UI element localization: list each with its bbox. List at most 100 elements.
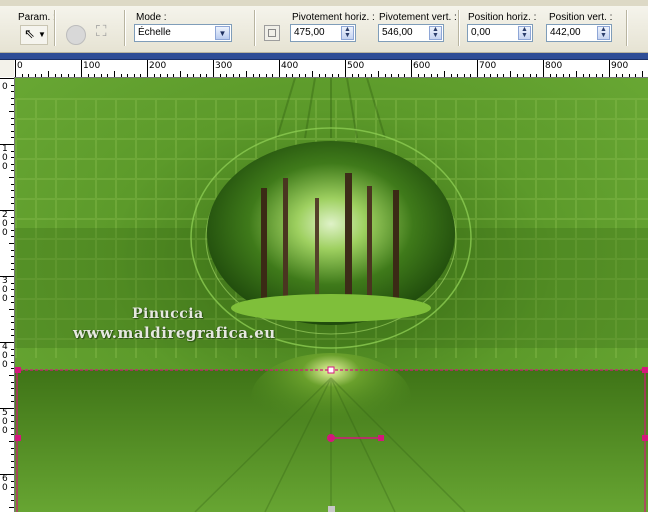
rotation-handle[interactable] [378, 435, 384, 441]
chevron-down-icon[interactable]: ▼ [215, 26, 230, 40]
position-horiz-input[interactable]: 0,00 ▲ ▼ [467, 24, 533, 42]
ruler-tick [11, 361, 14, 363]
position-vert-label: Position vert. : [549, 12, 613, 23]
ruler-tick [11, 190, 14, 192]
pivot-vert-label: Pivotement vert. : [379, 12, 457, 23]
ruler-digit: 0 [2, 162, 8, 172]
ruler-tick [11, 130, 14, 132]
ruler-tick [11, 223, 14, 225]
ruler-tick [279, 60, 280, 77]
ruler-tick [285, 74, 287, 77]
toolbar-separator [458, 10, 460, 46]
selection-handle[interactable] [328, 506, 335, 512]
selection-handle[interactable] [327, 366, 335, 374]
image-canvas[interactable]: Pinuccia www.maldiregrafica.eu [15, 78, 648, 512]
ruler-tick [11, 454, 14, 456]
ruler-tick [397, 74, 399, 77]
transform-icon[interactable]: ⛶ [96, 24, 107, 40]
ruler-label: 100 [83, 61, 101, 71]
ruler-tick [265, 74, 267, 77]
ruler-tick [424, 74, 426, 77]
ruler-tick [11, 282, 14, 284]
ruler-tick [120, 74, 122, 77]
ruler-tick [252, 74, 254, 77]
ruler-tick [338, 74, 340, 77]
ruler-tick [11, 84, 14, 86]
ruler-tick [133, 74, 135, 77]
mode-value: Échelle [138, 27, 171, 38]
ruler-tick [94, 74, 96, 77]
ruler-tick [11, 335, 14, 337]
ruler-tick [180, 71, 181, 77]
selection-handle[interactable] [15, 367, 21, 373]
mode-select[interactable]: Échelle ▼ [134, 24, 232, 42]
ruler-tick [628, 74, 630, 77]
ruler-tick [11, 460, 14, 462]
ruler-tick [569, 74, 571, 77]
presets-dropdown[interactable]: ⇖ ▼ [20, 25, 48, 45]
ruler-tick [11, 322, 14, 324]
ruler-tick [232, 74, 234, 77]
ruler-tick [11, 414, 14, 416]
ruler-tick [345, 60, 346, 77]
ruler-tick [272, 74, 274, 77]
ruler-tick [384, 74, 386, 77]
ruler-tick [48, 71, 49, 77]
ruler-tick [11, 137, 14, 139]
ruler-tick [11, 124, 14, 126]
reset-icon[interactable] [66, 25, 86, 45]
ruler-tick [160, 74, 162, 77]
ruler-tick [11, 355, 14, 357]
ruler-tick [11, 500, 14, 502]
ruler-tick [582, 74, 584, 77]
center-pivot-icon[interactable] [264, 25, 280, 41]
selection-handle[interactable] [642, 435, 648, 441]
ruler-tick [529, 74, 531, 77]
ruler-tick [11, 249, 14, 251]
ruler-tick [391, 74, 393, 77]
ruler-tick [11, 117, 14, 119]
ruler-tick [219, 74, 221, 77]
ruler-tick [371, 74, 373, 77]
ruler-tick [536, 74, 538, 77]
watermark-url: www.maldiregrafica.eu [73, 324, 276, 342]
ruler-tick [503, 74, 505, 77]
ruler-tick [127, 74, 129, 77]
spin-arrows-icon[interactable]: ▲ ▼ [341, 26, 354, 40]
ruler-tick [246, 71, 247, 77]
ruler-tick [153, 74, 155, 77]
ruler-tick [11, 493, 14, 495]
ruler-tick [11, 434, 14, 436]
ruler-tick [635, 74, 637, 77]
ruler-tick [87, 74, 89, 77]
spin-arrows-icon[interactable]: ▲ ▼ [429, 26, 442, 40]
ruler-tick [318, 74, 320, 77]
ruler-digit: 0 [2, 82, 8, 92]
ruler-tick [11, 447, 14, 449]
pivot-horiz-input[interactable]: 475,00 ▲ ▼ [290, 24, 356, 42]
ruler-label: 500 [347, 61, 365, 71]
position-vert-input[interactable]: 442,00 ▲ ▼ [546, 24, 612, 42]
ruler-tick [470, 74, 472, 77]
spin-arrows-icon[interactable]: ▲ ▼ [597, 26, 610, 40]
vertical-ruler[interactable]: 0 1 0 0 2 0 0 3 0 0 4 0 0 5 0 0 6 0 [0, 77, 15, 512]
ruler-tick [11, 368, 14, 370]
ruler-tick [140, 74, 142, 77]
ruler-tick [437, 74, 439, 77]
ruler-tick [81, 60, 82, 77]
ruler-digit: 0 [2, 426, 8, 436]
pivot-vert-input[interactable]: 546,00 ▲ ▼ [378, 24, 444, 42]
toolbar-top-strip [0, 0, 648, 6]
ruler-label: 300 [215, 61, 233, 71]
ruler-label: 600 [413, 61, 431, 71]
selection-handle[interactable] [15, 435, 21, 441]
spin-arrows-icon[interactable]: ▲ ▼ [518, 26, 531, 40]
ruler-tick [21, 74, 23, 77]
selection-handle[interactable] [642, 367, 648, 373]
ruler-digit: 0 [2, 483, 8, 493]
horizontal-ruler[interactable]: 0 100 200 300 400 500 600 700 800 900 [14, 60, 648, 78]
ruler-tick [11, 302, 14, 304]
ruler-tick [147, 60, 148, 77]
ruler-digit: 0 [2, 294, 8, 304]
ruler-tick [199, 74, 201, 77]
